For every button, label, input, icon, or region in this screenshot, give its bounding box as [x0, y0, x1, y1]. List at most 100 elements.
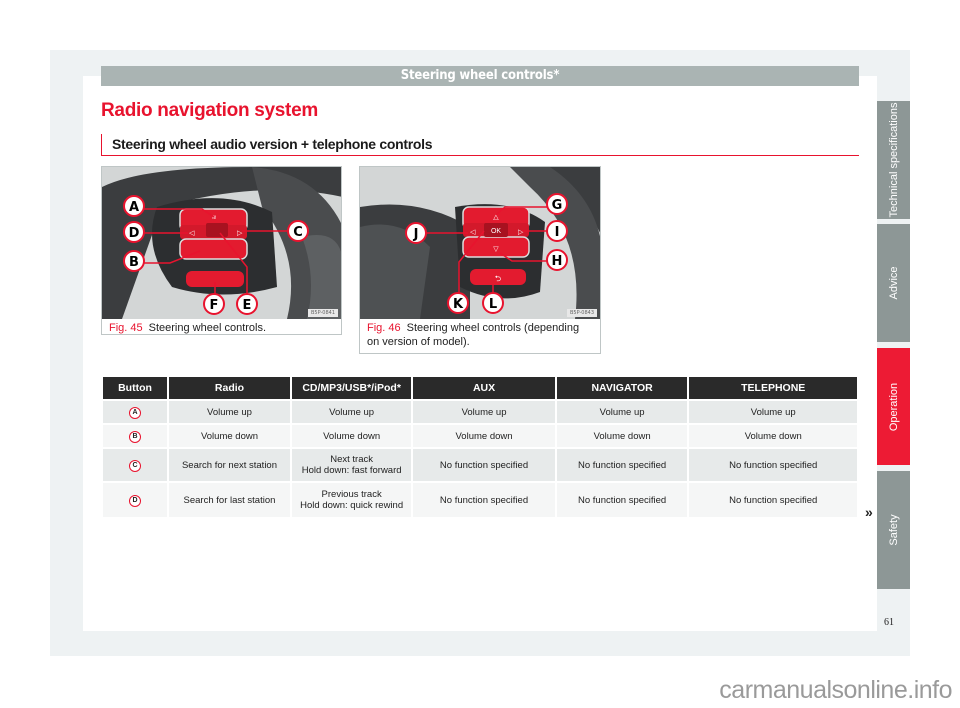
tab-label: Technical specifications	[887, 102, 900, 218]
callout-h: H	[552, 254, 563, 269]
navigator-cell: Volume down	[556, 425, 688, 447]
tab-label: Safety	[887, 514, 900, 546]
steering-wheel-controls-image: ≋ ◁ ▷ A D B C E F B5P-0841	[102, 167, 341, 319]
radio-cell: Search for last station	[168, 483, 290, 517]
cd-cell: Next track Hold down: fast forward	[291, 449, 412, 481]
ok-button-label: OK	[491, 228, 501, 235]
section-heading: Steering wheel audio version + telephone…	[101, 134, 859, 156]
tab-technical-specifications[interactable]: Technical specifications	[877, 101, 910, 219]
navigator-cell: No function specified	[556, 483, 688, 517]
continue-marker: »	[865, 504, 873, 520]
radio-cell: Volume up	[168, 401, 290, 423]
aux-cell: No function specified	[413, 483, 555, 517]
cell-text: Volume down	[200, 430, 258, 442]
cell-text: Volume up	[207, 406, 252, 418]
cell-text: No function specified	[578, 459, 667, 471]
table-row: C Search for next station Next track Hold d…	[103, 449, 857, 481]
figure-number: Fig. 45	[109, 322, 143, 334]
svg-text:◁: ◁	[189, 230, 195, 237]
tab-operation[interactable]: Operation	[877, 348, 910, 465]
tab-advice[interactable]: Advice	[877, 224, 910, 342]
button-cell: B	[103, 425, 167, 447]
cd-cell: Volume down	[291, 425, 412, 447]
column-header-cd: CD/MP3/USB*/iPod*	[291, 377, 412, 399]
telephone-cell: No function specified	[689, 483, 857, 517]
cell-text: No function specified	[729, 459, 818, 471]
radio-cell: Volume down	[168, 425, 290, 447]
cell-text: Volume down	[323, 430, 381, 442]
callout-k: K	[453, 297, 464, 312]
cell-text: Hold down: quick rewind	[300, 500, 404, 511]
button-cell: C	[103, 449, 167, 481]
cell-text: Next track	[330, 454, 374, 465]
callout-l: L	[489, 297, 497, 312]
cell-text: Volume up	[750, 406, 796, 418]
watermark: carmanualsonline.info	[719, 676, 952, 704]
page-number: 61	[884, 617, 894, 628]
navigator-cell: No function specified	[556, 449, 688, 481]
steering-wheel-controls-image: OK ◁ ▷ △ ▽ ⮌ G I H J K L B5P-0843	[360, 167, 600, 319]
running-head: Steering wheel controls*	[101, 66, 859, 86]
tab-safety[interactable]: Safety	[877, 471, 910, 589]
callout-e: E	[243, 298, 252, 313]
cell-text: Search for next station	[181, 459, 278, 471]
figure-caption: Fig. 46 Steering wheel controls (dependin…	[367, 321, 594, 349]
button-badge: D	[128, 494, 141, 507]
figure-caption-text: Steering wheel controls.	[148, 322, 267, 334]
table-header-row: Button Radio CD/MP3/USB*/iPod* AUX NAVIG…	[103, 377, 857, 399]
cell-text: Previous track	[321, 489, 382, 500]
figure-46: OK ◁ ▷ △ ▽ ⮌ G I H J K L B5P-0843 Fig. 4…	[359, 166, 601, 354]
cell-text: Volume up	[461, 406, 507, 418]
cell-text: No function specified	[578, 494, 667, 506]
steering-wheel-illustration-46: OK ◁ ▷ △ ▽ ⮌ G I H J K L	[360, 167, 600, 319]
figure-number: Fig. 46	[367, 322, 401, 334]
cell-text: Volume down	[593, 430, 651, 442]
svg-text:◁: ◁	[470, 229, 476, 236]
tab-label: Operation	[887, 382, 900, 431]
image-code: B5P-0843	[566, 309, 597, 317]
steering-wheel-illustration-45: ≋ ◁ ▷ A D B C E F	[102, 167, 341, 319]
cell-text: Volume up	[599, 406, 645, 418]
button-cell: A	[103, 401, 167, 423]
navigator-cell: Volume up	[556, 401, 688, 423]
cell-text: Search for last station	[183, 494, 276, 506]
callout-g: G	[552, 198, 563, 213]
callout-j: J	[413, 227, 419, 242]
aux-cell: Volume up	[413, 401, 555, 423]
tab-label: Advice	[887, 266, 900, 300]
radio-cell: Search for next station	[168, 449, 290, 481]
aux-cell: Volume down	[413, 425, 555, 447]
table-row: A Volume up Volume up Volume up Volume up Vol…	[103, 401, 857, 423]
telephone-cell: No function specified	[689, 449, 857, 481]
callout-b: B	[129, 255, 139, 270]
column-header-button: Button	[103, 377, 167, 399]
callout-i: I	[555, 225, 560, 240]
cd-cell: Volume up	[291, 401, 412, 423]
column-header-navigator: NAVIGATOR	[556, 377, 688, 399]
column-header-aux: AUX	[413, 377, 555, 399]
cell-text: No function specified	[729, 494, 818, 506]
cell-text: No function specified	[439, 494, 529, 506]
callout-c: C	[293, 225, 303, 240]
section-heading-text: Steering wheel audio version + telephone…	[112, 136, 433, 152]
controls-table: Button Radio CD/MP3/USB*/iPod* AUX NAVIG…	[101, 375, 859, 519]
telephone-cell: Volume up	[689, 401, 857, 423]
svg-text:▷: ▷	[518, 229, 524, 236]
callout-a: A	[129, 200, 139, 215]
figure-45: ≋ ◁ ▷ A D B C E F B5P-0841 Fig. 45Steer	[101, 166, 342, 335]
cell-text: No function specified	[439, 459, 529, 471]
image-code: B5P-0841	[307, 309, 338, 317]
figure-caption: Fig. 45 Steering wheel controls.	[109, 321, 335, 335]
column-header-radio: Radio	[168, 377, 290, 399]
telephone-cell: Volume down	[689, 425, 857, 447]
cell-text: Hold down: fast forward	[301, 465, 402, 476]
page-title: Radio navigation system	[101, 100, 318, 121]
table-row: B Volume down Volume down Volume down Volume…	[103, 425, 857, 447]
button-badge: A	[128, 406, 141, 419]
aux-cell: No function specified	[413, 449, 555, 481]
svg-text:⮌: ⮌	[495, 274, 501, 283]
cell-text: Volume up	[329, 406, 375, 418]
button-badge: B	[128, 430, 141, 443]
table-row: D Search for last station Previous track Ho…	[103, 483, 857, 517]
cell-text: Volume down	[455, 430, 513, 442]
